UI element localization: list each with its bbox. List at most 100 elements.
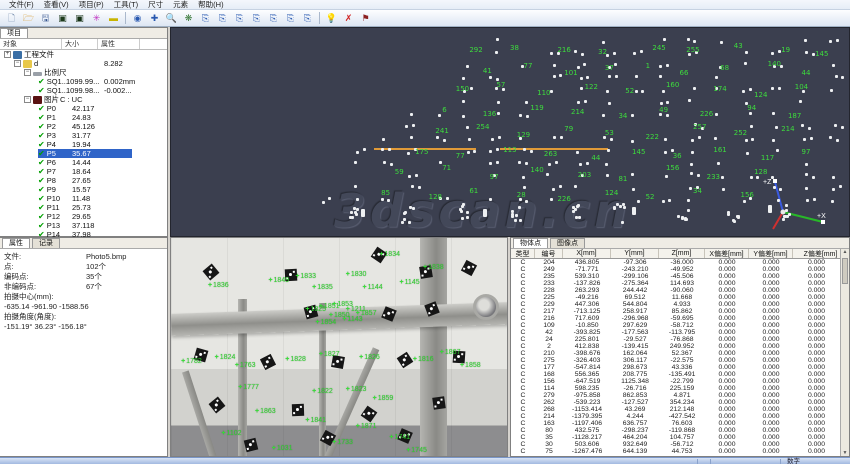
expand-icon[interactable]: − [14, 60, 21, 67]
table-row[interactable]: C 225 -49.216 69.512 11.668 0.000 0.000 0.000 [511, 294, 840, 301]
tree-node-point-P3[interactable]: ✔ P3 31.77 [0, 131, 167, 140]
process1-icon[interactable]: ⎘ [198, 11, 213, 25]
menu-item-2[interactable]: 项目(P) [74, 0, 109, 10]
new-file-icon[interactable]: 🗋 [4, 11, 19, 25]
tree-node-point-P8[interactable]: ✔ P8 27.65 [0, 176, 167, 185]
table-row[interactable]: C 109 -10.850 297.629 -58.712 0.000 0.000 0.000 [511, 322, 840, 329]
tab-object-points[interactable]: 物体点 [513, 238, 548, 248]
flag-icon[interactable]: ⚑ [358, 11, 373, 25]
table-col-3[interactable]: Y[mm] [611, 249, 659, 258]
tree-node-point-P12[interactable]: ✔ P12 29.65 [0, 212, 167, 221]
table-row[interactable]: C 275 -326.403 306.117 -22.575 0.000 0.000 0.00… [511, 357, 840, 364]
tab-properties[interactable]: 属性 [2, 238, 30, 248]
tree-node-project-file[interactable]: + 工程文件 [0, 50, 167, 59]
points-icon[interactable]: ✳ [89, 11, 104, 25]
table-col-2[interactable]: X[mm] [563, 249, 611, 258]
table-row[interactable]: C 75 -1267.476 644.139 44.753 0.000 0.000 0.000 [511, 448, 840, 455]
table-row[interactable]: C 163 -1197.406 636.757 76.603 0.000 0.000 0.00… [511, 420, 840, 427]
menu-item-5[interactable]: 元素 [168, 0, 193, 10]
tree-node-scale-2[interactable]: ✔ SQ1... 1099.98... -0.002... [0, 86, 167, 95]
table-row[interactable]: C 30 503.606 932.649 -56.712 0.000 0.000 0.000 [511, 441, 840, 448]
scrollbar-thumb[interactable] [842, 258, 848, 284]
tree-node-point-P13[interactable]: ✔ P13 37.118 [0, 221, 167, 230]
table-col-0[interactable]: 类型 [511, 249, 535, 258]
table-row[interactable]: C 279 -975.858 862.853 4.871 0.000 0.000 0.000 [511, 392, 840, 399]
table-row[interactable]: C 114 598.235 -26.716 225.159 0.000 0.000 0.000 [511, 385, 840, 392]
add-point-icon[interactable]: ✚ [147, 11, 162, 25]
table-col-5[interactable]: X偏差[mm] [705, 249, 749, 258]
tree-node-point-P6[interactable]: ✔ P6 14.44 [0, 158, 167, 167]
process7-icon[interactable]: ⎘ [300, 11, 315, 25]
menu-item-4[interactable]: 尺寸 [143, 0, 168, 10]
measure-icon[interactable]: 🔍 [164, 11, 179, 25]
table-row[interactable]: C 228 263.293 244.442 -90.060 0.000 0.000 0.000 [511, 287, 840, 294]
tree-node-point-P2[interactable]: ✔ P2 45.126 [0, 122, 167, 131]
scalebar-icon[interactable]: ▬ [106, 11, 121, 25]
import-icon[interactable]: 🗁 [21, 11, 36, 25]
table-row[interactable]: C 210 -398.676 162.064 52.367 0.000 0.000 0.000 [511, 350, 840, 357]
point-cloud-viewport[interactable]: 3dscan.cn +Z +X 292 38 216 32 245 255 43 19 145 4… [170, 27, 850, 237]
tree-node-point-P1[interactable]: ✔ P1 24.83 [0, 113, 167, 122]
table-col-6[interactable]: Y偏差[mm] [749, 249, 793, 258]
tree-col-attr[interactable]: 属性 [98, 39, 140, 49]
table-row[interactable]: C 80 432.575 -298.237 -119.868 0.000 0.000 0.00… [511, 427, 840, 434]
table-row[interactable]: C 35 -1128.217 464.204 104.757 0.000 0.000 0.00… [511, 434, 840, 441]
save-icon[interactable]: 🖫 [38, 11, 53, 25]
scroll-down-icon[interactable]: ▼ [841, 450, 849, 456]
table-row[interactable]: C 262 -539.223 -127.527 354.234 0.000 0.000 0.0… [511, 399, 840, 406]
expand-icon[interactable]: − [24, 69, 31, 76]
tree-node-point-P11[interactable]: ✔ P11 25.73 [0, 203, 167, 212]
process5-icon[interactable]: ⎘ [266, 11, 281, 25]
process2-icon[interactable]: ⎘ [215, 11, 230, 25]
table-row[interactable]: C 204 436.805 -97.306 -36.000 0.000 0.000 0.000 [511, 259, 840, 266]
image-view2-icon[interactable]: ▣ [72, 11, 87, 25]
table-row[interactable]: C 268 -1153.414 43.269 212.148 0.000 0.000 0.00… [511, 406, 840, 413]
tab-image-points[interactable]: 图像点 [550, 238, 585, 248]
tree-node-scale-1[interactable]: ✔ SQ1... 1099.99... 0.002mm [0, 77, 167, 86]
tree-node-point-P5[interactable]: ✔ P5 35.67 [0, 149, 167, 158]
table-row[interactable]: C 249 -71.771 -243.210 -49.952 0.000 0.000 0.00… [511, 266, 840, 273]
table-row[interactable]: C 156 -647.519 1125.348 -22.799 0.000 0.000 0.0… [511, 378, 840, 385]
table-row[interactable]: C 217 -713.125 258.917 85.862 0.000 0.000 0.000 [511, 308, 840, 315]
table-row[interactable]: C 216 717.609 -296.968 -59.695 0.000 0.000 0.00… [511, 315, 840, 322]
tree-node-point-P9[interactable]: ✔ P9 15.57 [0, 185, 167, 194]
process3-icon[interactable]: ⎘ [232, 11, 247, 25]
table-row[interactable]: C 229 447.306 544.804 4.933 0.000 0.000 0.000 [511, 301, 840, 308]
table-col-4[interactable]: Z[mm] [659, 249, 705, 258]
menu-item-6[interactable]: 帮助(H) [193, 0, 228, 10]
tree-node-point-P10[interactable]: ✔ P10 11.48 [0, 194, 167, 203]
expand-icon[interactable]: + [4, 51, 11, 58]
tree-node-point-P4[interactable]: ✔ P4 19.94 [0, 140, 167, 149]
bundle-icon[interactable]: ❋ [181, 11, 196, 25]
tree-node-dataset[interactable]: − d 8.282 [0, 59, 167, 68]
image-view-icon[interactable]: ▣ [55, 11, 70, 25]
table-row[interactable]: C 177 -547.814 298.673 43.336 0.000 0.000 0.000 [511, 364, 840, 371]
tree-node-point-P0[interactable]: ✔ P0 42.117 [0, 104, 167, 113]
orient-icon[interactable]: ◉ [130, 11, 145, 25]
expand-icon[interactable]: − [24, 96, 31, 103]
process6-icon[interactable]: ⎘ [283, 11, 298, 25]
table-scrollbar[interactable]: ▲ ▼ [840, 249, 849, 456]
menu-item-3[interactable]: 工具(T) [109, 0, 144, 10]
table-row[interactable]: C 168 556.365 208.775 -135.491 0.000 0.000 0.00… [511, 371, 840, 378]
tree-col-object[interactable]: 对象 [0, 39, 62, 49]
menu-item-1[interactable]: 查看(V) [39, 0, 74, 10]
tree-node-scalebar-group[interactable]: − 比例尺 [0, 68, 167, 77]
table-row[interactable]: C 235 539.310 -299.106 -45.506 0.000 0.000 0.00… [511, 273, 840, 280]
photo-view[interactable]: 1836184918331835183011441145183418381851… [170, 237, 508, 457]
table-row[interactable]: C 42 -393.825 -177.563 -113.795 0.000 0.000 0.0… [511, 329, 840, 336]
table-row[interactable]: C 24 225.801 -29.527 -76.868 0.000 0.000 0.000 [511, 336, 840, 343]
tree-col-size[interactable]: 大小 [62, 39, 98, 49]
tree-node-point-P7[interactable]: ✔ P7 18.64 [0, 167, 167, 176]
table-col-1[interactable]: 编号 [535, 249, 563, 258]
bulb-icon[interactable]: 💡 [324, 11, 339, 25]
table-row[interactable]: C 214 -1379.395 4.244 -427.542 0.000 0.000 0.00… [511, 413, 840, 420]
process4-icon[interactable]: ⎘ [249, 11, 264, 25]
delete-icon[interactable]: ✗ [341, 11, 356, 25]
tree-node-images-group[interactable]: − 图片 C : UC [0, 95, 167, 104]
menu-item-0[interactable]: 文件(F) [4, 0, 39, 10]
tab-log[interactable]: 记录 [32, 238, 60, 248]
table-row[interactable]: C 233 -137.826 -275.364 114.693 0.000 0.000 0.0… [511, 280, 840, 287]
table-row[interactable]: C 2 412.838 -139.415 249.952 0.000 0.000 0.000 [511, 343, 840, 350]
tab-project[interactable]: 项目 [0, 28, 28, 38]
